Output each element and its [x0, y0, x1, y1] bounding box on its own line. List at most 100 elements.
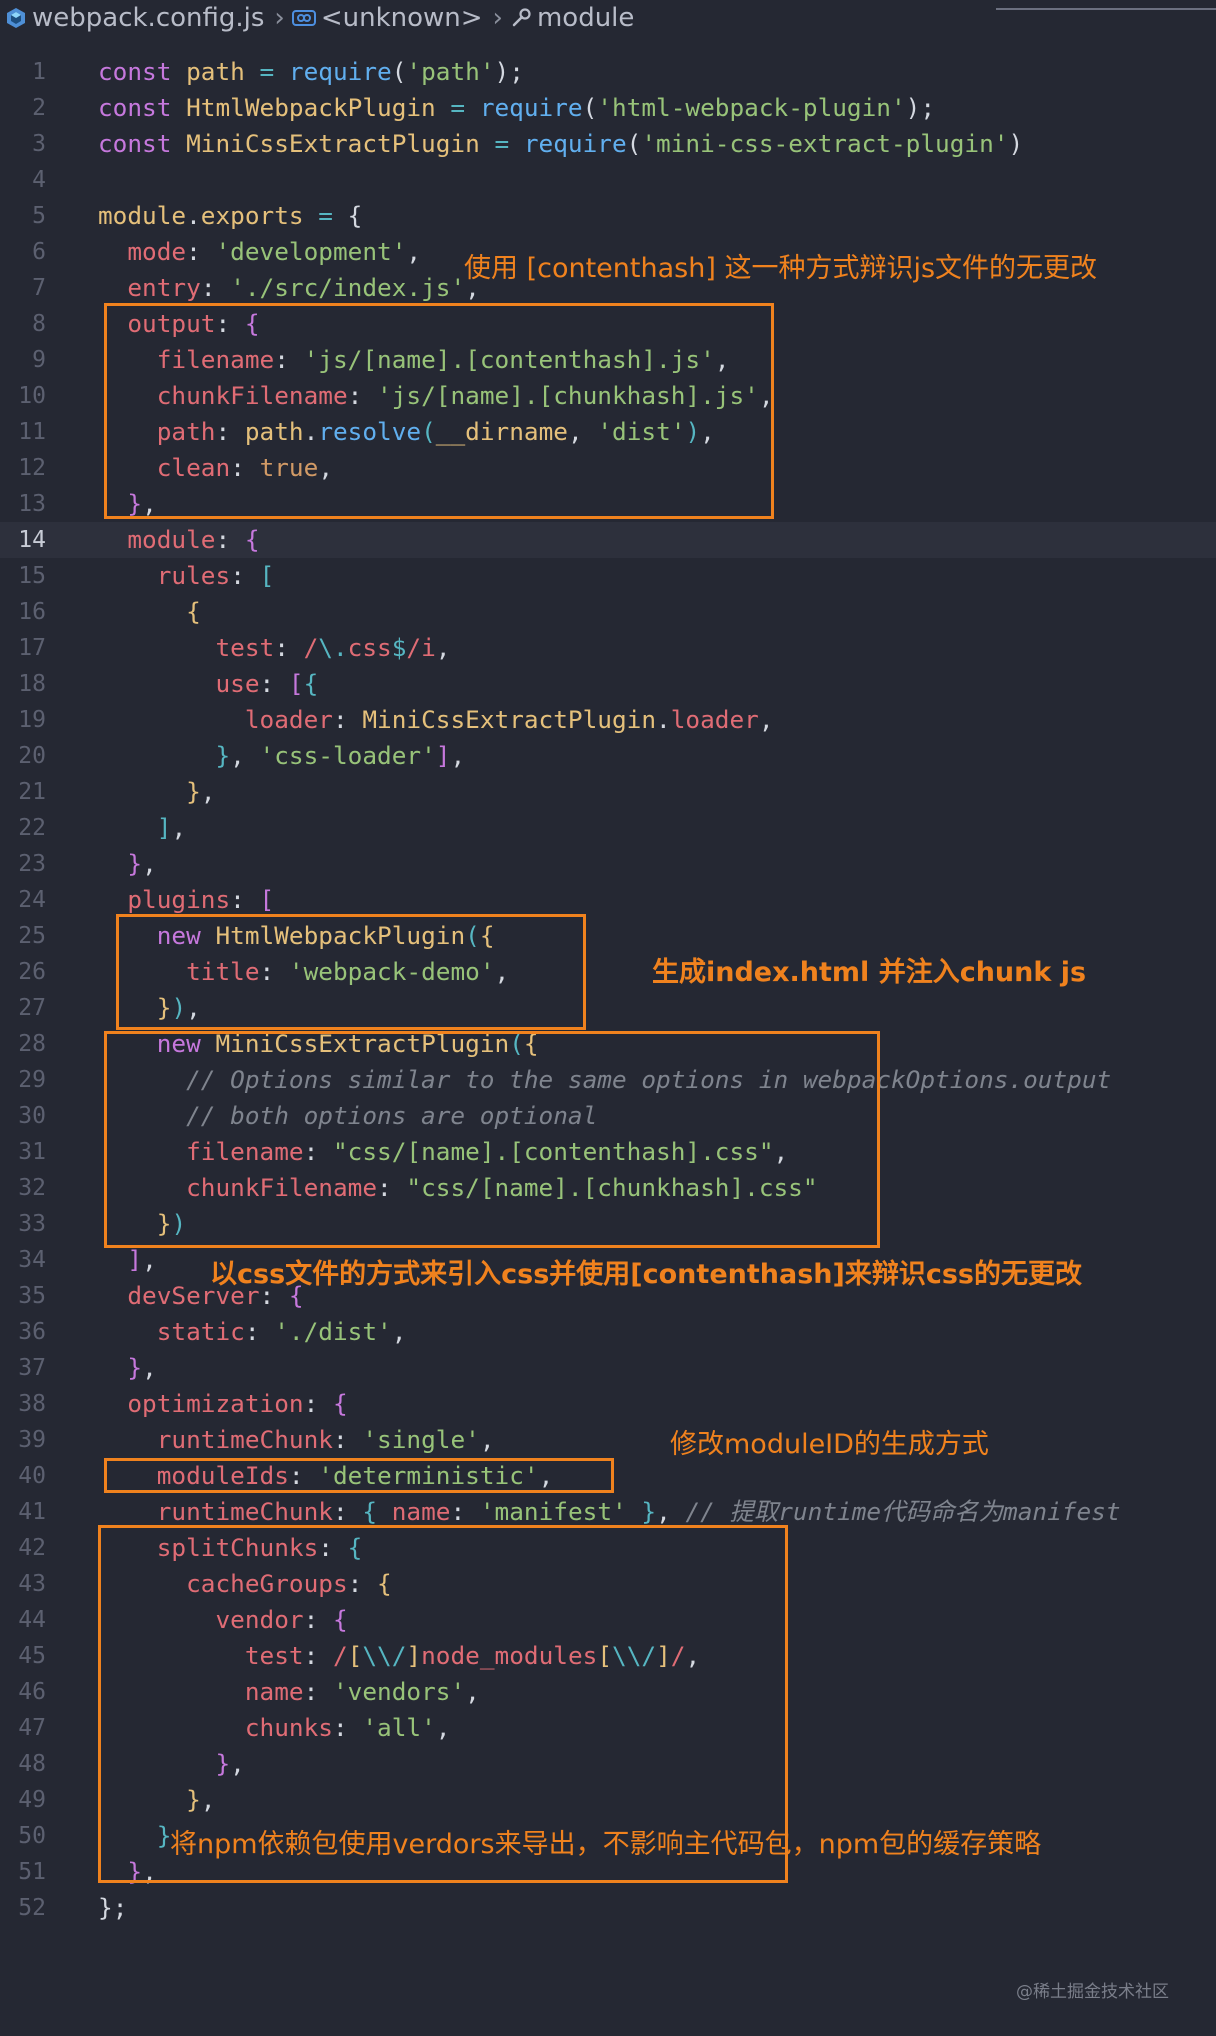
code-token: , — [142, 849, 157, 878]
line-number: 2 — [32, 95, 46, 121]
code-content[interactable]: use: [{ — [98, 666, 318, 702]
code-token: $ — [391, 633, 407, 662]
code-token: require — [288, 57, 392, 86]
code-line[interactable]: 19 loader: MiniCssExtractPlugin.loader, — [0, 702, 1216, 738]
code-content[interactable]: test: /\.css$/i, — [98, 630, 450, 666]
code-token: } — [98, 1893, 113, 1922]
code-token: . — [656, 705, 671, 734]
code-content[interactable]: }; — [98, 1890, 127, 1926]
code-line[interactable]: 5 module.exports = { — [0, 198, 1216, 234]
code-line[interactable]: 20 }, 'css-loader'], — [0, 738, 1216, 774]
code-line[interactable]: 15 rules: [ — [0, 558, 1216, 594]
line-number: 36 — [18, 1319, 46, 1345]
code-line[interactable]: 39 runtimeChunk: 'single', — [0, 1422, 1216, 1458]
code-token: rules — [156, 561, 231, 590]
code-token: [ — [259, 885, 275, 914]
module-ids-annotation: 修改moduleID的生成方式 — [670, 1429, 989, 1460]
breadcrumb-member[interactable]: module — [537, 3, 634, 33]
code-line[interactable]: 36 static: './dist', — [0, 1314, 1216, 1350]
code-token: exports — [200, 201, 304, 230]
code-line[interactable]: 23 }, — [0, 846, 1216, 882]
code-content[interactable]: const path = require('path'); — [98, 54, 524, 90]
code-line[interactable]: 18 use: [{ — [0, 666, 1216, 702]
line-number: 41 — [18, 1499, 46, 1525]
breadcrumb-symbol[interactable]: <unknown> — [321, 3, 483, 33]
code-content[interactable]: plugins: [ — [98, 882, 274, 918]
line-number: 18 — [18, 671, 46, 697]
code-line[interactable]: 2 const HtmlWebpackPlugin = require('html… — [0, 90, 1216, 126]
code-token: } — [215, 741, 231, 770]
code-line[interactable]: 21 }, — [0, 774, 1216, 810]
line-number: 40 — [18, 1463, 46, 1489]
line-number: 25 — [18, 923, 46, 949]
line-number: 21 — [18, 779, 46, 805]
code-content[interactable]: const MiniCssExtractPlugin = require('mi… — [98, 126, 1023, 162]
code-line[interactable]: 14 module: { — [0, 522, 1216, 558]
code-content[interactable]: rules: [ — [98, 558, 275, 594]
breadcrumb-file[interactable]: webpack.config.js — [32, 3, 264, 33]
line-number: 44 — [18, 1607, 46, 1633]
code-token: { — [347, 201, 363, 230]
code-line[interactable]: 24 plugins: [ — [0, 882, 1216, 918]
code-content[interactable]: module.exports = { — [98, 198, 362, 234]
line-number: 20 — [18, 743, 46, 769]
code-line[interactable]: 52}; — [0, 1890, 1216, 1926]
code-token: : — [215, 525, 245, 554]
code-content[interactable]: { — [98, 594, 201, 630]
code-token: ] — [127, 1245, 143, 1274]
code-token: , — [450, 741, 466, 770]
code-content[interactable]: runtimeChunk: 'single', — [98, 1422, 495, 1458]
line-number: 27 — [18, 995, 46, 1021]
line-number: 39 — [18, 1427, 46, 1453]
code-token: optimization — [127, 1389, 304, 1418]
code-token: , — [435, 633, 451, 662]
code-token: = — [435, 93, 480, 122]
line-number: 52 — [18, 1895, 46, 1921]
line-number: 22 — [18, 815, 46, 841]
code-line[interactable]: 3 const MiniCssExtractPlugin = require('m… — [0, 126, 1216, 162]
code-token: 'manifest' — [479, 1497, 627, 1526]
code-content[interactable]: const HtmlWebpackPlugin = require('html-… — [98, 90, 935, 126]
code-content[interactable]: }, — [98, 846, 157, 882]
code-line[interactable]: 22 ], — [0, 810, 1216, 846]
code-token: // 提取runtime代码命名为manifest — [685, 1497, 1121, 1526]
line-number: 48 — [18, 1751, 46, 1777]
code-token: : — [230, 885, 260, 914]
code-content[interactable]: }, — [98, 1350, 156, 1386]
line-number: 32 — [18, 1175, 46, 1201]
line-number: 7 — [32, 275, 46, 301]
code-content[interactable]: mode: 'development', — [98, 234, 421, 270]
code-token: ] — [435, 741, 451, 770]
code-token: 'html-webpack-plugin' — [597, 93, 906, 122]
code-line[interactable]: 16 { — [0, 594, 1216, 630]
code-content[interactable]: module: { — [98, 522, 260, 558]
code-token: use — [215, 669, 260, 698]
code-token: = — [244, 57, 289, 86]
code-token: { — [244, 525, 260, 554]
code-token: const — [98, 57, 187, 86]
code-content[interactable]: }, — [98, 774, 215, 810]
code-content[interactable]: entry: './src/index.js', — [98, 270, 479, 306]
code-content[interactable]: ], — [98, 810, 186, 846]
code-token: './src/index.js' — [230, 273, 466, 302]
code-content[interactable]: optimization: { — [98, 1386, 347, 1422]
code-line[interactable]: 4 — [0, 162, 1216, 198]
code-token: './dist' — [274, 1317, 392, 1346]
code-token: : — [303, 1389, 333, 1418]
line-number: 37 — [18, 1355, 46, 1381]
code-line[interactable]: 38 optimization: { — [0, 1386, 1216, 1422]
line-number: 15 — [18, 563, 46, 589]
code-content[interactable]: loader: MiniCssExtractPlugin.loader, — [98, 702, 774, 738]
code-content[interactable]: static: './dist', — [98, 1314, 407, 1350]
css-plugin-highlight-box — [104, 1031, 880, 1248]
code-line[interactable]: 17 test: /\.css$/i, — [0, 630, 1216, 666]
code-content[interactable]: }, 'css-loader'], — [98, 738, 465, 774]
code-line[interactable]: 1 const path = require('path'); — [0, 54, 1216, 90]
code-line[interactable]: 37 }, — [0, 1350, 1216, 1386]
